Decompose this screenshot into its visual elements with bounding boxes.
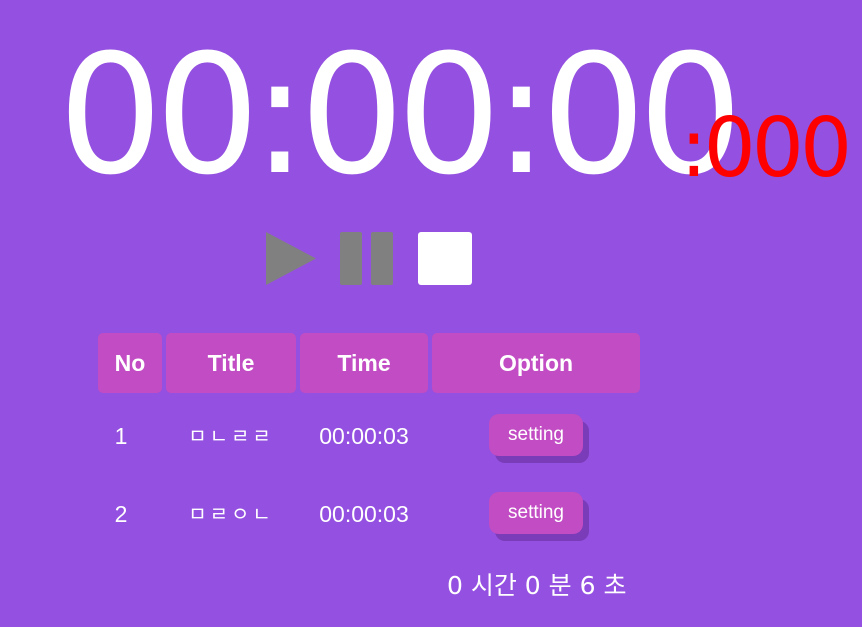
header-no: No xyxy=(98,333,162,393)
stopwatch-display: 00:00:00 :000 xyxy=(58,19,852,211)
play-icon xyxy=(266,232,316,285)
stopwatch-time: 00:00:00 xyxy=(58,19,743,211)
stopwatch-milliseconds: :000 xyxy=(680,101,852,196)
play-button[interactable] xyxy=(264,230,316,287)
row-time: 00:00:03 xyxy=(319,423,409,449)
table-row: 1 ㅁㄴㄹㄹ 00:00:03 setting xyxy=(97,413,642,473)
header-option: Option xyxy=(432,333,640,393)
row-time: 00:00:03 xyxy=(319,501,409,527)
header-time: Time xyxy=(300,333,428,393)
stop-button[interactable] xyxy=(416,230,474,287)
laps-table: No Title Time Option 1 ㅁㄴㄹㄹ 00:00:03 set… xyxy=(97,333,642,534)
total-time: 0 시간 0 분 6 초 xyxy=(447,571,627,600)
setting-button[interactable]: setting xyxy=(489,492,583,534)
table-header: No Title Time Option xyxy=(97,333,642,395)
pause-icon xyxy=(340,232,393,285)
pause-button[interactable] xyxy=(338,230,396,287)
table-row: 2 ㅁㄹㅇㄴ 00:00:03 setting xyxy=(97,491,642,551)
row-title: ㅁㄹㅇㄴ xyxy=(188,502,274,526)
setting-button[interactable]: setting xyxy=(489,414,583,456)
row-no: 1 xyxy=(114,423,128,449)
stopwatch-controls xyxy=(264,230,476,287)
stop-icon xyxy=(418,232,472,285)
header-title: Title xyxy=(166,333,296,393)
row-no: 2 xyxy=(114,501,128,527)
row-title: ㅁㄴㄹㄹ xyxy=(188,424,274,448)
